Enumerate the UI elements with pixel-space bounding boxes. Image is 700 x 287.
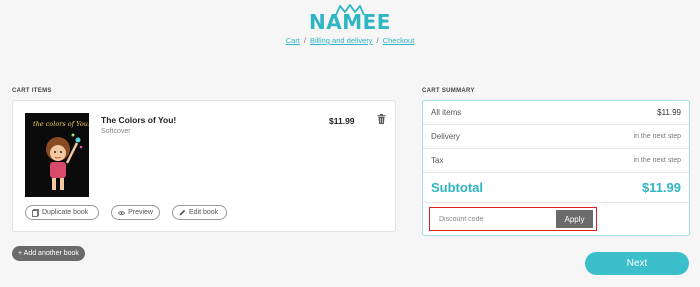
copy-icon: [32, 208, 39, 217]
breadcrumb-separator: /: [376, 36, 379, 45]
discount-code-input[interactable]: [433, 210, 556, 228]
next-button[interactable]: Next: [585, 252, 689, 275]
add-another-book-button[interactable]: + Add another book: [12, 246, 85, 261]
breadcrumb-separator: /: [303, 36, 306, 45]
summary-row-delivery: Delivery in the next step: [423, 125, 689, 149]
apply-button[interactable]: Apply: [556, 210, 593, 228]
breadcrumb-checkout[interactable]: Checkout: [383, 36, 415, 45]
book-title: The Colors of You!: [101, 115, 177, 125]
pencil-icon: [179, 209, 186, 216]
subtotal-label: Subtotal: [431, 180, 483, 195]
summary-label: Tax: [431, 156, 444, 165]
cart-summary-card: All items $11.99 Delivery in the next st…: [422, 100, 690, 236]
breadcrumb: Cart / Billing and delivery / Checkout: [0, 36, 700, 45]
edit-book-label: Edit book: [189, 209, 219, 216]
book-format: Softcover: [101, 128, 131, 135]
edit-book-button[interactable]: Edit book: [172, 205, 227, 220]
summary-row-all-items: All items $11.99: [423, 101, 689, 125]
summary-value: in the next step: [633, 157, 681, 164]
book-cover-illustration: the colors of You!: [25, 113, 89, 197]
book-cover: the colors of You!: [25, 113, 89, 197]
eye-icon: [118, 210, 126, 215]
book-price: $11.99: [329, 116, 355, 126]
crown-icon: [335, 4, 365, 16]
subtotal-value: $11.99: [641, 180, 681, 195]
trash-icon[interactable]: [377, 114, 386, 124]
duplicate-book-label: Duplicate book: [42, 209, 89, 216]
duplicate-book-button[interactable]: Duplicate book: [25, 205, 99, 220]
summary-value: $11.99: [657, 108, 681, 117]
summary-label: Delivery: [431, 132, 460, 141]
cart-item-card: the colors of You! The Colors of You! So…: [12, 100, 396, 232]
cart-summary-label: CART SUMMARY: [422, 88, 475, 94]
cover-title-text: the colors of You!: [33, 120, 89, 128]
cart-items-label: CART ITEMS: [12, 88, 52, 94]
preview-button[interactable]: Preview: [111, 205, 160, 220]
breadcrumb-billing[interactable]: Billing and delivery: [310, 36, 373, 45]
summary-value: in the next step: [633, 133, 681, 140]
summary-label: All items: [431, 108, 462, 117]
summary-row-tax: Tax in the next step: [423, 149, 689, 173]
discount-code-box: Apply: [429, 207, 597, 231]
summary-row-subtotal: Subtotal $11.99: [423, 173, 689, 203]
preview-label: Preview: [128, 209, 153, 216]
namee-logo[interactable]: NAMEE: [0, 4, 700, 34]
breadcrumb-cart[interactable]: Cart: [286, 36, 300, 45]
